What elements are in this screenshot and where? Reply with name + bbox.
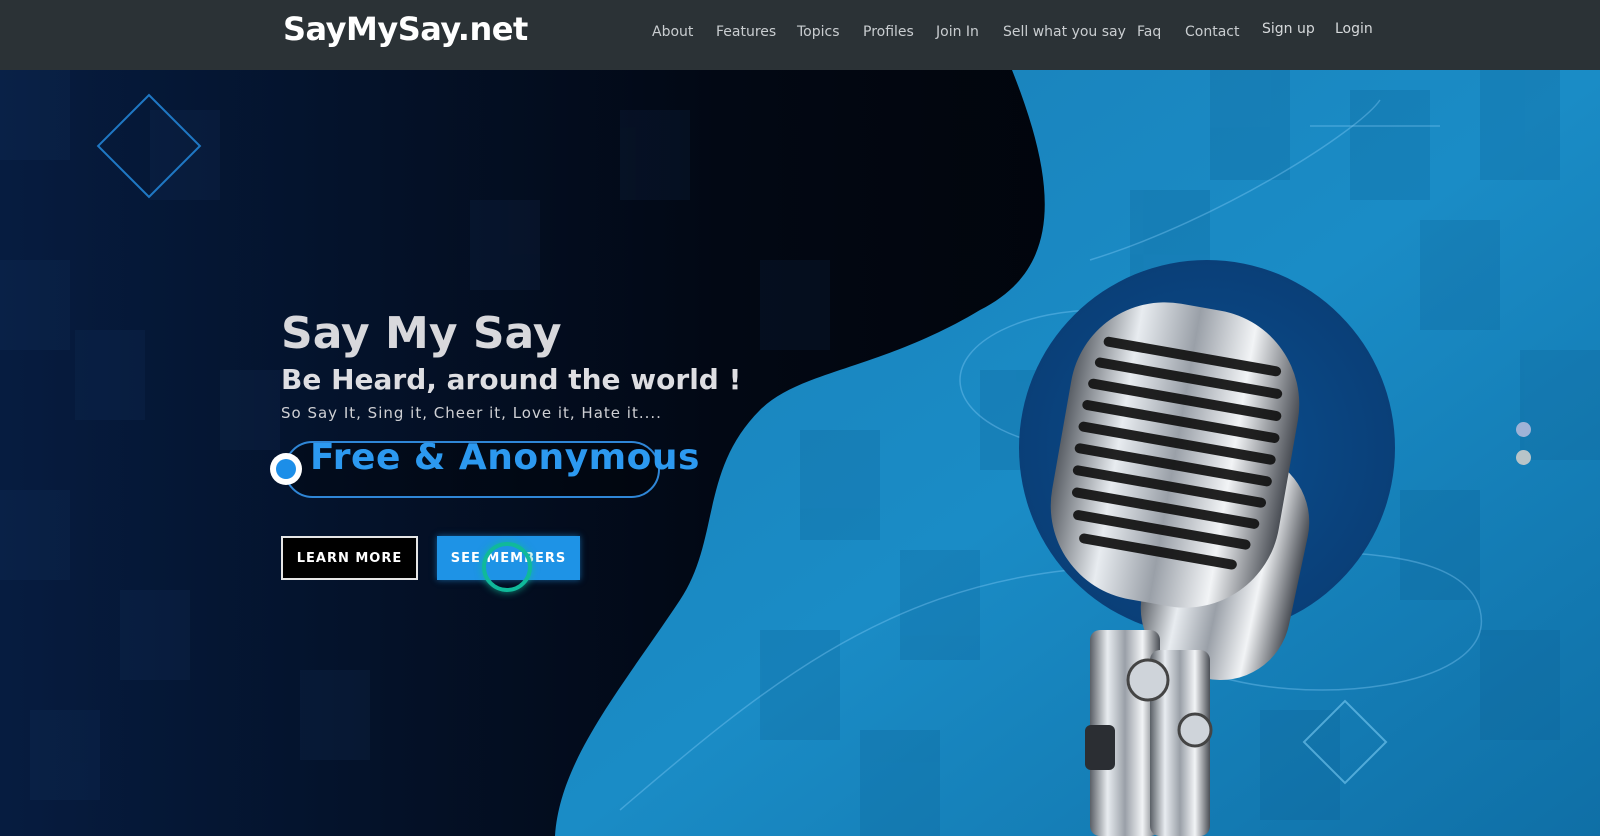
nav-link-join-in[interactable]: Join In (936, 24, 979, 40)
hero-tagline: So Say It, Sing it, Cheer it, Love it, H… (281, 404, 662, 422)
nav-link-faq[interactable]: Faq (1137, 24, 1161, 40)
hero-background (0, 70, 1600, 836)
see-members-button[interactable]: SEE MEMBERS (437, 536, 580, 580)
nav-link-contact[interactable]: Contact (1185, 24, 1239, 40)
learn-more-button[interactable]: LEARN MORE (281, 536, 418, 580)
hero-section: Say My Say Be Heard, around the world ! … (0, 70, 1600, 836)
hero-title: Say My Say (281, 308, 562, 359)
hero-subtitle: Be Heard, around the world ! (281, 363, 742, 396)
badge-dot-icon (270, 453, 302, 485)
login-link[interactable]: Login (1335, 21, 1373, 37)
nav-link-features[interactable]: Features (716, 24, 776, 40)
badge-text: Free & Anonymous (310, 437, 700, 478)
top-navbar: SayMySay.net About Features Topics Profi… (0, 0, 1600, 70)
signup-link[interactable]: Sign up (1262, 21, 1315, 37)
nav-link-sell-what-you-say[interactable]: Sell what you say (1003, 24, 1126, 40)
slider-dot-2[interactable] (1516, 450, 1531, 465)
nav-link-topics[interactable]: Topics (797, 24, 840, 40)
slider-dot-1[interactable] (1516, 422, 1531, 437)
nav-link-about[interactable]: About (652, 24, 693, 40)
nav-link-profiles[interactable]: Profiles (863, 24, 914, 40)
main-nav: About Features Topics Profiles Join In S… (0, 0, 1600, 70)
